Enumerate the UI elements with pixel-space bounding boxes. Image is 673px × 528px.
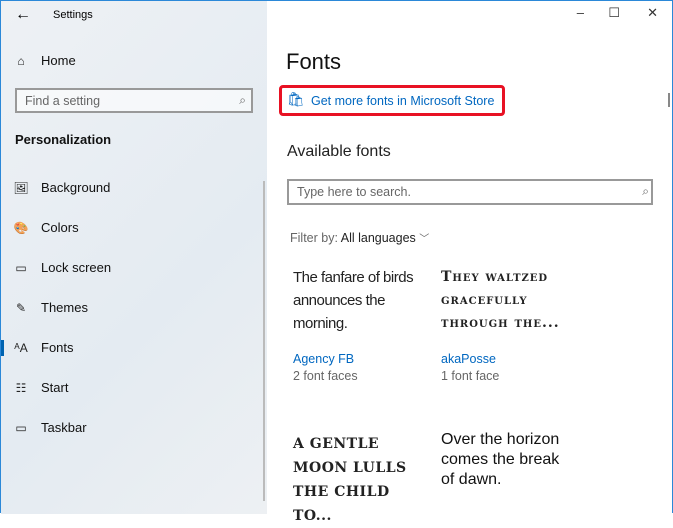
fonts-icon: ᴬA xyxy=(14,340,28,355)
sidebar-item-label: Themes xyxy=(41,300,88,315)
chevron-down-icon: ﹀ xyxy=(419,234,430,245)
lock-screen-icon: ▭ xyxy=(15,260,27,275)
page-title: Fonts xyxy=(286,49,342,74)
main-pane: – ☐ ✕ Fonts 🛍 Get more fonts in Microsof… xyxy=(267,1,672,524)
sidebar-item-taskbar[interactable]: ▭ Taskbar xyxy=(13,420,87,435)
sidebar-item-background[interactable]: 🖼 Background xyxy=(13,180,110,195)
sidebar: ← Settings ⌂ Home Find a setting ⌕ Person… xyxy=(1,1,267,514)
store-link[interactable]: Get more fonts in Microsoft Store xyxy=(311,94,494,108)
font-preview: They waltzed gracefully through the... xyxy=(441,269,560,331)
font-card-akaposse[interactable]: They waltzed gracefully through the... a… xyxy=(441,266,571,383)
font-preview: Over the horizon comes the break of dawn… xyxy=(441,431,560,488)
store-link-highlight: 🛍 Get more fonts in Microsoft Store xyxy=(279,85,505,116)
sidebar-item-label: Lock screen xyxy=(41,260,112,275)
sidebar-item-label: Background xyxy=(41,180,111,195)
font-search-placeholder: Type here to search. xyxy=(297,185,411,199)
sidebar-item-colors[interactable]: 🎨 Colors xyxy=(13,220,79,235)
sidebar-item-label: Fonts xyxy=(41,340,74,355)
font-name: Agency FB xyxy=(293,352,355,366)
home-icon: ⌂ xyxy=(17,53,25,68)
close-button[interactable]: ✕ xyxy=(647,5,658,21)
available-fonts-heading: Available fonts xyxy=(287,143,391,160)
maximize-button[interactable]: ☐ xyxy=(608,5,620,21)
store-icon: 🛍 xyxy=(287,91,305,107)
minimize-button[interactable]: – xyxy=(577,5,584,20)
font-card-agency-fb[interactable]: The fanfare of birds announces the morni… xyxy=(293,266,418,383)
section-heading: Personalization xyxy=(15,132,112,147)
background-icon: 🖼 xyxy=(13,180,29,195)
font-search-input[interactable]: Type here to search. ⌕ xyxy=(287,179,653,205)
sidebar-item-label: Colors xyxy=(41,220,79,235)
main-scrollbar[interactable] xyxy=(668,93,670,107)
font-card-3[interactable]: A gentle moon lulls the child to... xyxy=(293,432,423,528)
find-setting-input[interactable]: Find a setting ⌕ xyxy=(15,88,253,113)
start-icon: ☷ xyxy=(15,380,27,395)
find-setting-placeholder: Find a setting xyxy=(25,94,101,108)
filter-value: All languages xyxy=(340,231,416,245)
sidebar-scrollbar[interactable] xyxy=(263,181,265,501)
font-faces: 1 font face xyxy=(441,369,500,383)
themes-icon: ✎ xyxy=(15,300,27,315)
home-label: Home xyxy=(41,53,76,68)
sidebar-item-start[interactable]: ☷ Start xyxy=(13,380,69,395)
sidebar-item-label: Start xyxy=(41,380,69,395)
colors-icon: 🎨 xyxy=(13,220,29,235)
font-name: akaPosse xyxy=(441,352,496,366)
sidebar-item-fonts[interactable]: ᴬA Fonts xyxy=(13,340,74,355)
sidebar-item-label: Taskbar xyxy=(41,420,87,435)
sidebar-item-home[interactable]: ⌂ Home xyxy=(13,53,76,68)
sidebar-item-themes[interactable]: ✎ Themes xyxy=(13,300,88,315)
font-card-4[interactable]: Over the horizon comes the break of dawn… xyxy=(441,430,571,490)
filter-label: Filter by: xyxy=(290,231,338,245)
sidebar-item-lock-screen[interactable]: ▭ Lock screen xyxy=(13,260,111,275)
taskbar-icon: ▭ xyxy=(15,420,27,435)
font-faces: 2 font faces xyxy=(293,369,358,383)
search-icon: ⌕ xyxy=(239,93,246,107)
font-preview: The fanfare of birds announces the morni… xyxy=(293,269,414,332)
window-title: Settings xyxy=(53,9,93,21)
search-icon: ⌕ xyxy=(642,184,649,198)
back-button[interactable]: ← xyxy=(15,6,31,24)
selected-indicator xyxy=(1,340,4,356)
font-preview: A gentle moon lulls the child to... xyxy=(293,436,407,524)
language-filter[interactable]: Filter by: All languages ﹀ xyxy=(290,230,429,245)
